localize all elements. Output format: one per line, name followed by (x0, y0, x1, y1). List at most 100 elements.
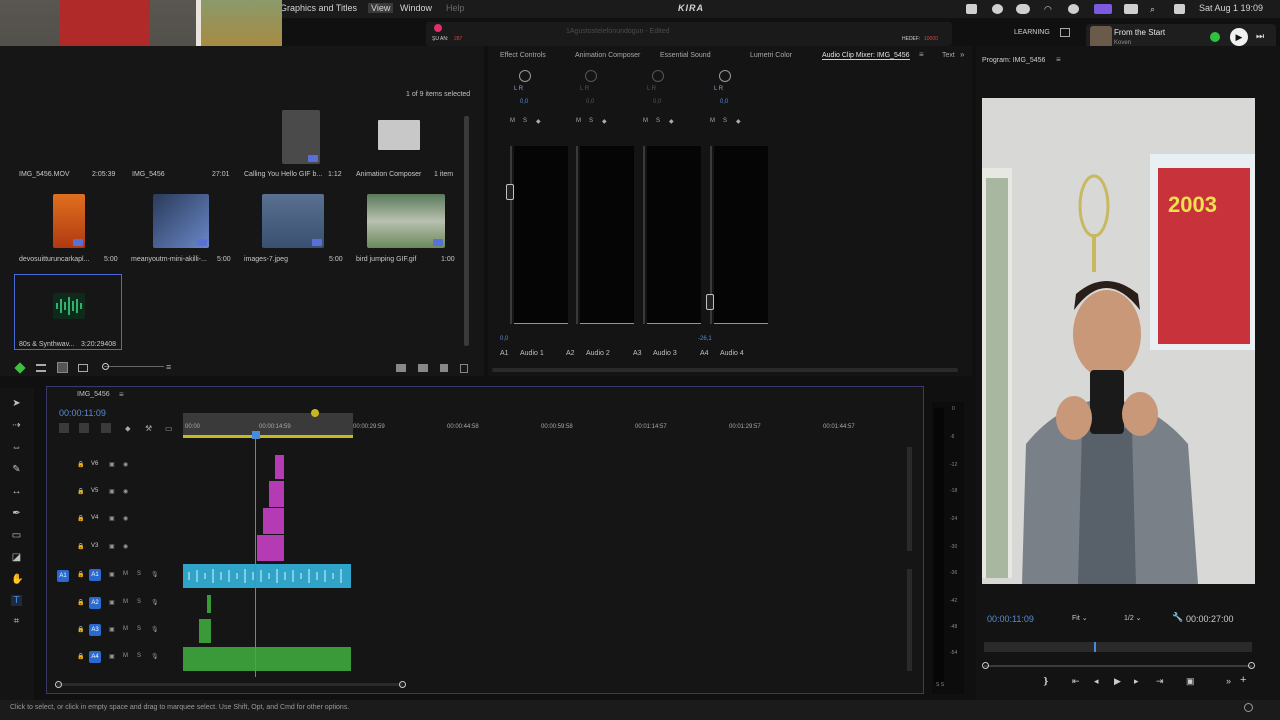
audio-clip[interactable] (183, 564, 351, 588)
playhead-handle[interactable] (252, 431, 260, 439)
lock-icon[interactable]: 🔒 (77, 626, 84, 633)
pan-value[interactable]: 0,0 (720, 99, 728, 105)
selection-tool-icon[interactable]: ➤ (11, 398, 22, 409)
shape-icon[interactable]: ◪ (11, 552, 22, 563)
hand-icon[interactable]: ✋ (11, 574, 23, 585)
timeline-timecode[interactable]: 00:00:11:09 (59, 408, 106, 418)
solo-toggle[interactable]: S (137, 599, 141, 605)
scroll-handle-right[interactable] (399, 681, 406, 688)
snap-icon[interactable] (59, 423, 69, 433)
type-tool-icon[interactable]: T (11, 595, 22, 606)
extra-tool-icon[interactable]: ⌗ (11, 616, 22, 627)
pan-value[interactable]: 0,0 (520, 99, 528, 105)
search-icon[interactable]: ⌕ (1150, 4, 1161, 14)
sequence-menu-icon[interactable]: ≡ (119, 390, 124, 399)
sync-lock-icon[interactable]: ▣ (109, 599, 115, 606)
eye-icon[interactable]: ◉ (123, 543, 128, 550)
audio-clip[interactable] (207, 595, 211, 613)
program-playhead[interactable] (1094, 642, 1096, 652)
sync-lock-icon[interactable]: ▣ (109, 571, 115, 578)
linked-selection-icon[interactable] (79, 423, 89, 433)
fader-value[interactable]: -26,1 (698, 336, 712, 342)
new-item-icon[interactable] (440, 364, 448, 372)
keyframe-button[interactable]: ◆ (536, 118, 541, 125)
window-icon[interactable] (966, 4, 977, 14)
source-patch-a1[interactable]: A1 (57, 570, 69, 582)
pan-value[interactable]: 0,0 (653, 99, 661, 105)
zoom-slider-handle[interactable] (102, 363, 109, 370)
workspace-label[interactable]: LEARNING (1014, 29, 1050, 36)
video-clip[interactable] (263, 508, 284, 534)
menu-datetime[interactable]: Sat Aug 1 19:09 (1199, 3, 1263, 13)
program-menu-icon[interactable]: ≡ (1056, 55, 1061, 64)
volume-fader[interactable] (506, 184, 514, 200)
clip-thumbnail[interactable] (53, 194, 85, 248)
pan-knob[interactable] (719, 70, 731, 82)
mic-icon[interactable]: 🎙 (151, 653, 159, 660)
add-button-icon[interactable]: + (1240, 674, 1246, 686)
wifi-icon[interactable]: ◠ (1044, 4, 1055, 14)
keyframe-button[interactable]: ◆ (736, 118, 741, 125)
clip-thumbnail[interactable] (282, 110, 320, 164)
mic-icon[interactable]: 🎙 (151, 626, 159, 633)
mute-toggle[interactable]: M (123, 571, 128, 577)
sequence-tab[interactable]: IMG_5456 (77, 391, 110, 398)
solo-button[interactable]: S (523, 118, 527, 124)
skype-icon[interactable] (992, 4, 1003, 14)
step-forward-icon[interactable]: ▸ (1134, 676, 1139, 687)
settings-wrench-icon[interactable]: ⚒ (145, 424, 152, 433)
info-icon[interactable] (1244, 703, 1253, 712)
step-back-icon[interactable]: ◂ (1094, 676, 1099, 687)
lock-icon[interactable]: 🔒 (77, 515, 84, 522)
lock-icon[interactable]: 🔒 (77, 653, 84, 660)
sync-lock-icon[interactable]: ▣ (109, 626, 115, 633)
new-bin-icon[interactable] (418, 364, 428, 372)
lock-icon[interactable]: 🔒 (77, 599, 84, 606)
wrench-icon[interactable]: 🔧 (1172, 612, 1183, 623)
zoom-slider[interactable] (104, 366, 164, 367)
menu-view[interactable]: View (368, 3, 394, 13)
mark-in-icon[interactable]: ❵ (1042, 676, 1050, 687)
sort-icon[interactable]: ≡ (166, 362, 171, 372)
fader-value[interactable]: 0,0 (500, 336, 508, 342)
list-view-icon[interactable] (36, 364, 46, 372)
track-label[interactable]: A1 (89, 569, 101, 581)
track-select-icon[interactable]: ⇢ (11, 420, 22, 431)
pan-knob[interactable] (519, 70, 531, 82)
marker-icon[interactable] (101, 423, 111, 433)
captions-icon[interactable]: ▭ (165, 424, 173, 433)
tab-effect-controls[interactable]: Effect Controls (500, 52, 546, 59)
audio-clip[interactable] (199, 619, 211, 643)
solo-toggle[interactable]: S (137, 653, 141, 659)
go-to-in-icon[interactable]: ⇤ (1072, 676, 1080, 687)
workspace-menu-icon[interactable] (1060, 28, 1070, 37)
slip-icon[interactable]: ↔ (11, 486, 22, 497)
keyframe-button[interactable]: ◆ (602, 118, 607, 125)
zoom-scrollbar[interactable] (984, 665, 1252, 667)
add-marker-icon[interactable]: ⬥ (125, 424, 131, 434)
eye-icon[interactable]: ◉ (123, 488, 128, 495)
mic-icon[interactable]: 🎙 (151, 571, 159, 578)
menu-help[interactable]: Help (446, 3, 465, 13)
lock-icon[interactable]: 🔒 (77, 571, 84, 578)
scroll-handle-left[interactable] (55, 681, 62, 688)
tab-overflow-icon[interactable]: » (960, 50, 964, 59)
audio-scrollbar[interactable] (907, 569, 912, 671)
control-center-icon[interactable] (1174, 4, 1185, 14)
sync-lock-icon[interactable]: ▣ (109, 543, 115, 550)
zoom-handle-right[interactable] (1248, 662, 1255, 669)
tab-animation-composer[interactable]: Animation Composer (575, 52, 640, 59)
mute-button[interactable]: M (643, 118, 648, 124)
sync-lock-icon[interactable]: ▣ (109, 488, 115, 495)
mic-icon[interactable]: 🎙 (151, 599, 159, 606)
go-to-out-icon[interactable]: ⇥ (1156, 676, 1164, 687)
menu-graphics[interactable]: Graphics and Titles (280, 3, 357, 13)
zoom-handle-left[interactable] (982, 662, 989, 669)
folder-icon[interactable] (378, 120, 420, 150)
pan-knob[interactable] (585, 70, 597, 82)
sync-lock-icon[interactable]: ▣ (109, 653, 115, 660)
volume-fader[interactable] (706, 294, 714, 310)
mute-button[interactable]: M (576, 118, 581, 124)
eye-icon[interactable]: ◉ (123, 461, 128, 468)
battery-icon[interactable] (1124, 4, 1138, 14)
